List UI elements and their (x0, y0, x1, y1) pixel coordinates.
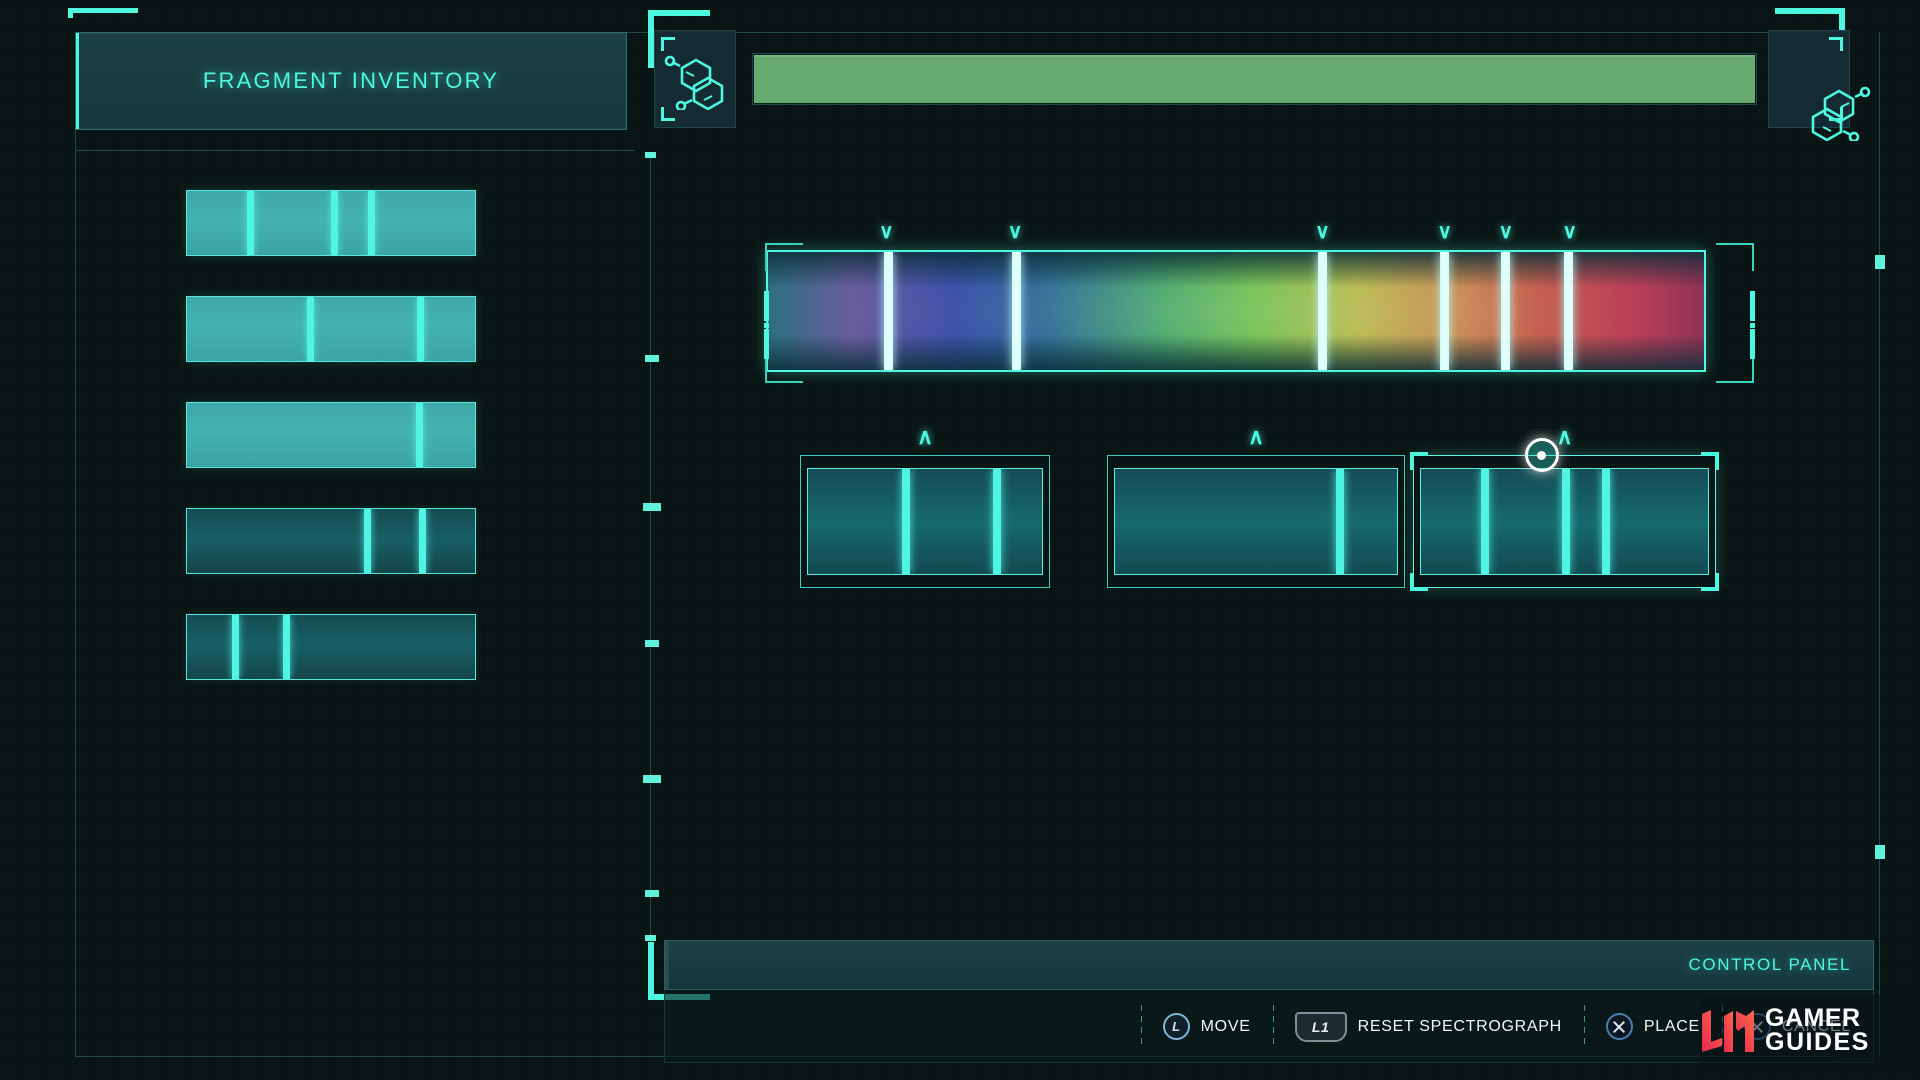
watermark-line2: GUIDES (1765, 1028, 1870, 1056)
gamer-guides-logo-icon (1700, 1008, 1756, 1054)
spectrum-divider (1564, 252, 1574, 370)
fragment-marker-bar (415, 403, 423, 467)
divider-tick (645, 152, 656, 158)
gamer-guides-text: GAMER GUIDES (1765, 1006, 1870, 1056)
slot-caret-marker: ∧ (1556, 424, 1573, 449)
frame-right-tick (1875, 255, 1885, 269)
fragment-marker-bar (901, 469, 910, 574)
fragment-slot-selected[interactable]: ∧ (1410, 426, 1719, 591)
bracket-decor (1827, 37, 1843, 53)
left-stick-icon: L (1162, 1013, 1190, 1040)
action-reset-spectrograph[interactable]: L1 RESET SPECTROGRAPH (1272, 991, 1584, 1062)
inventory-fragment[interactable] (186, 190, 476, 256)
spectrum-divider (1439, 252, 1449, 370)
game-ui-root: FRAGMENT INVENTORY ∨ ∨ ∨ ∨ ∨ ∨ ∧ ∧ ∧ CON… (0, 0, 1920, 1080)
inventory-fragment[interactable] (186, 402, 476, 468)
fragment-slot[interactable]: ∧ (800, 426, 1050, 588)
spectrum-caret-marker: ∨ (1315, 221, 1330, 243)
spectrum-divider (1318, 252, 1328, 370)
selection-corner-bracket (1699, 571, 1719, 591)
spectrograph-readout[interactable] (766, 250, 1706, 372)
cross-button-icon (1605, 1013, 1633, 1040)
selection-corner-bracket (1410, 452, 1430, 472)
action-label: MOVE (1200, 1017, 1251, 1035)
selection-corner-bracket (1699, 452, 1719, 472)
divider-tick (645, 890, 659, 897)
fragment-marker-bar (364, 509, 372, 573)
fragment-slot-inner (1114, 468, 1398, 575)
divider-tick (643, 503, 661, 511)
divider-tick (645, 935, 656, 941)
action-label: RESET SPECTROGRAPH (1357, 1017, 1562, 1035)
fragment-marker-bar (417, 297, 425, 361)
cursor-pointer[interactable] (1524, 438, 1559, 472)
progress-fill (754, 55, 1755, 103)
action-label: PLACE (1643, 1017, 1700, 1035)
page-title: FRAGMENT INVENTORY (202, 68, 500, 93)
column-divider (650, 152, 651, 938)
spectrograph-progress-bar (752, 53, 1757, 105)
fragment-marker-bar (368, 191, 376, 255)
divider-tick (645, 355, 659, 362)
gamer-guides-watermark: GAMER GUIDES (1700, 995, 1915, 1067)
divider-tick (643, 775, 661, 783)
spectrum-divider (883, 252, 893, 370)
fragment-slot-inner (1420, 468, 1709, 575)
frame-right-line (1879, 32, 1880, 1056)
slot-caret-marker: ∧ (916, 424, 934, 449)
frame-header-underline (75, 150, 635, 151)
spectrograph-panel: ∨ ∨ ∨ ∨ ∨ ∨ (766, 222, 1706, 372)
fragment-marker-bar (1336, 469, 1345, 574)
fragment-marker-bar (992, 469, 1001, 574)
spectrum-caret-marker: ∨ (1007, 221, 1023, 243)
action-button-bar: LMOVEL1RESET SPECTROGRAPHPLACECANCEL (664, 991, 1874, 1063)
header-panel: FRAGMENT INVENTORY (75, 32, 627, 130)
inventory-fragment[interactable] (186, 296, 476, 362)
l1-shoulder-icon: L1 (1294, 1011, 1347, 1042)
fragment-marker-bar (1601, 469, 1610, 574)
fragment-slot[interactable]: ∧ (1107, 426, 1405, 588)
control-panel-bar: CONTROL PANEL (664, 940, 1874, 990)
action-move[interactable]: L MOVE (1140, 991, 1273, 1062)
fragment-marker-bar (283, 615, 291, 679)
frame-right-tick (1875, 845, 1885, 859)
fragment-slot-inner (807, 468, 1043, 575)
molecule-hexagon-icon (1768, 30, 1871, 141)
inventory-fragment[interactable] (186, 508, 476, 574)
control-panel-label: CONTROL PANEL (1688, 955, 1851, 974)
spectrum-caret-marker: ∨ (878, 221, 894, 243)
fragment-marker-bar (231, 615, 239, 679)
fragment-marker-bar (418, 509, 426, 573)
spectrum-caret-marker: ∨ (1498, 221, 1514, 243)
spectrum-divider (1012, 252, 1022, 370)
selection-corner-bracket (1410, 571, 1430, 591)
fragment-marker-bar (247, 191, 255, 255)
fragment-marker-bar (331, 191, 338, 255)
divider-tick (645, 640, 659, 647)
spectrograph-bracket-left (764, 243, 809, 383)
spectrograph-bracket-right (1710, 243, 1755, 383)
molecule-hexagon-icon (654, 30, 736, 128)
inventory-fragment[interactable] (186, 614, 476, 680)
spectrum-caret-marker: ∨ (1562, 221, 1578, 243)
frame-left-line (75, 32, 76, 1056)
fragment-marker-bar (306, 297, 314, 361)
fragment-inventory-list[interactable] (186, 190, 476, 720)
spectrum-divider (1500, 252, 1510, 370)
spectrum-caret-marker: ∨ (1437, 221, 1452, 243)
fragment-marker-bar (1481, 469, 1490, 574)
fragment-marker-bar (1561, 469, 1570, 574)
slot-caret-marker: ∧ (1247, 424, 1265, 449)
